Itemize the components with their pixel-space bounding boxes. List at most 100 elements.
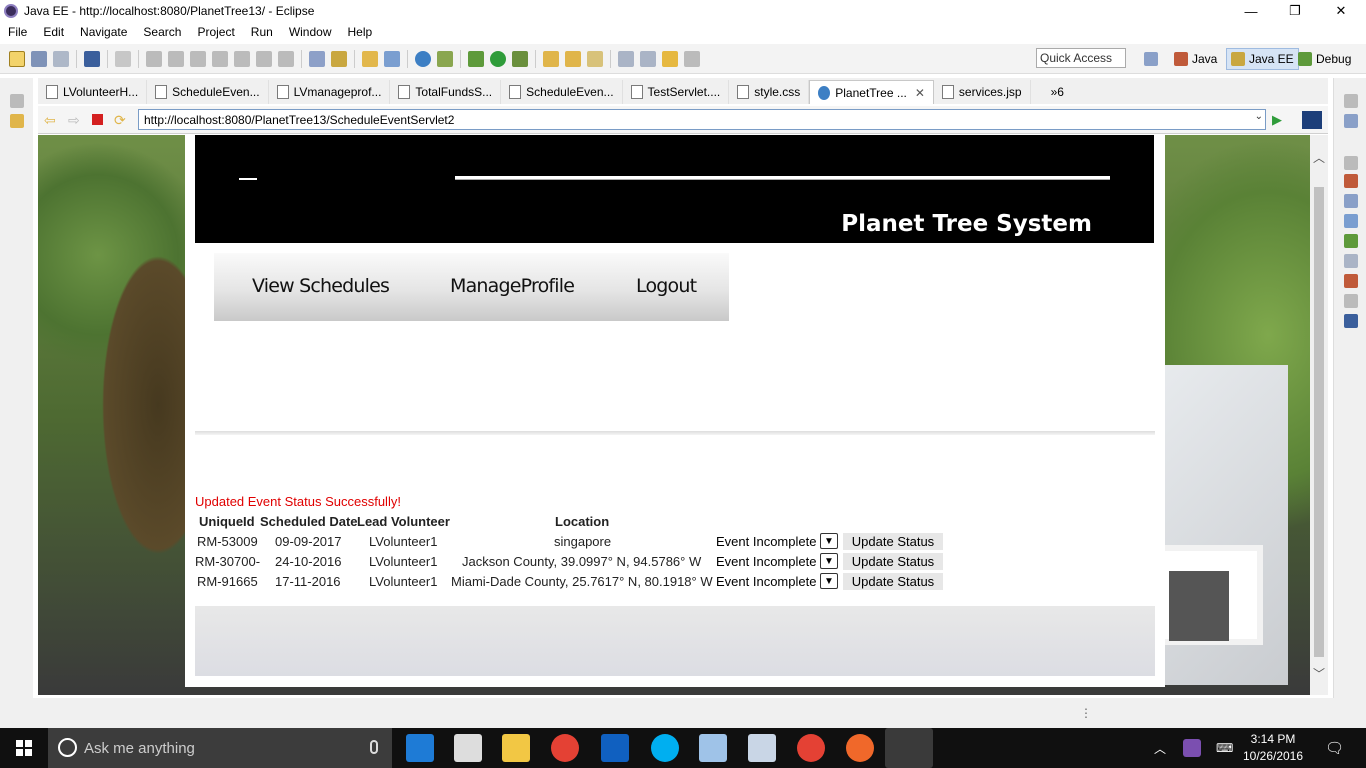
new-icon[interactable] [9, 50, 25, 67]
chevron-down-icon[interactable]: ▼ [820, 573, 838, 589]
scroll-down-icon[interactable]: ﹀ [1313, 665, 1325, 682]
forward-icon[interactable] [684, 50, 700, 67]
viewport-scrollbar[interactable]: ︿ ﹀ [1310, 135, 1328, 695]
drop-to-frame-icon[interactable] [278, 50, 294, 67]
skip-breakpoints-icon[interactable] [115, 50, 131, 67]
back-icon[interactable] [662, 50, 678, 67]
system-clock[interactable]: 3:14 PM 10/26/2016 [1238, 731, 1308, 765]
chrome-icon[interactable] [551, 734, 579, 762]
edge-icon[interactable] [406, 734, 434, 762]
status-select[interactable]: Event Incomplete [716, 574, 816, 589]
start-button[interactable] [0, 728, 48, 768]
tab-lvmanageprof[interactable]: LVmanageprof... [269, 80, 391, 104]
run-icon[interactable] [490, 50, 506, 67]
previous-annotation-icon[interactable] [640, 50, 656, 67]
close-tab-icon[interactable]: ✕ [915, 86, 925, 100]
new-server-icon[interactable] [362, 50, 378, 67]
chevron-down-icon[interactable]: ▼ [820, 553, 838, 569]
restore-button[interactable]: ❐ [1272, 0, 1318, 22]
nav-view-schedules[interactable]: View Schedules [252, 275, 390, 297]
console-view-icon[interactable] [1344, 294, 1358, 308]
menu-navigate[interactable]: Navigate [72, 25, 135, 39]
url-dropdown-icon[interactable]: ⌄ [1255, 111, 1263, 122]
forward-arrow-icon[interactable]: ⇨ [68, 112, 84, 128]
tab-testservlet[interactable]: TestServlet.... [623, 80, 730, 104]
debug-icon[interactable] [468, 50, 484, 67]
tab-services-jsp[interactable]: services.jsp [934, 80, 1031, 104]
minimize-button[interactable]: — [1228, 0, 1274, 22]
snippets-icon[interactable] [1344, 254, 1358, 268]
progress-icon[interactable] [1344, 314, 1358, 328]
project-explorer-icon[interactable] [10, 114, 24, 128]
save-all-icon[interactable] [53, 50, 69, 67]
close-window-button[interactable]: ✕ [1318, 0, 1364, 22]
store-icon[interactable] [454, 734, 482, 762]
perspective-java-ee[interactable]: Java EE [1226, 48, 1299, 70]
problems-icon[interactable] [1344, 274, 1358, 288]
update-status-button[interactable]: Update Status [843, 573, 943, 590]
cortana-search-input[interactable]: Ask me anything [48, 728, 392, 768]
open-external-browser-icon[interactable] [1302, 111, 1322, 129]
image-viewer-icon[interactable] [748, 734, 776, 762]
skype-icon[interactable] [651, 734, 679, 762]
step-into-icon[interactable] [212, 50, 228, 67]
resume-icon[interactable] [146, 50, 162, 67]
tab-scheduleevent-2[interactable]: ScheduleEven... [501, 80, 623, 104]
menu-run[interactable]: Run [243, 25, 281, 39]
status-select[interactable]: Event Incomplete [716, 534, 816, 549]
suspend-icon[interactable] [168, 50, 184, 67]
external-tools-icon[interactable] [512, 50, 528, 67]
chrome-icon[interactable] [797, 734, 825, 762]
keyboard-icon[interactable]: ⌨ [1216, 728, 1233, 768]
save-icon[interactable] [31, 50, 47, 67]
tab-style-css[interactable]: style.css [729, 80, 810, 104]
tab-lvolunteerh[interactable]: LVolunteerH... [38, 80, 148, 104]
go-icon[interactable]: ▶ [1272, 112, 1288, 128]
origin-icon[interactable] [846, 734, 874, 762]
nav-logout[interactable]: Logout [636, 275, 697, 297]
terminate-icon[interactable] [190, 50, 206, 67]
console-icon[interactable] [84, 50, 100, 67]
restore-view-icon[interactable] [1344, 94, 1358, 108]
defender-icon[interactable] [601, 734, 629, 762]
search-tool-icon[interactable] [587, 50, 603, 67]
open-perspective-button[interactable] [1140, 48, 1166, 70]
servers-icon[interactable] [1344, 214, 1358, 228]
eclipse-taskbar-icon[interactable] [885, 728, 933, 768]
open-task-icon[interactable] [309, 50, 325, 67]
restore-view-icon[interactable] [1344, 156, 1358, 170]
refresh-icon[interactable]: ⟳ [114, 112, 130, 128]
menu-edit[interactable]: Edit [35, 25, 72, 39]
step-return-icon[interactable] [256, 50, 272, 67]
deploy-icon[interactable] [437, 50, 453, 67]
perspective-java[interactable]: Java [1170, 48, 1221, 70]
tab-totalfunds[interactable]: TotalFundsS... [390, 80, 502, 104]
perspective-debug[interactable]: Debug [1294, 48, 1355, 70]
tab-scheduleevent-1[interactable]: ScheduleEven... [147, 80, 269, 104]
next-annotation-icon[interactable] [618, 50, 634, 67]
update-status-button[interactable]: Update Status [843, 533, 943, 550]
markers-icon[interactable] [1344, 174, 1358, 188]
tab-overflow-button[interactable]: »6 [1051, 80, 1064, 104]
nav-manage-profile[interactable]: ManageProfile [450, 275, 575, 297]
menu-window[interactable]: Window [281, 25, 340, 39]
scroll-up-icon[interactable]: ︿ [1313, 149, 1325, 166]
notifications-icon[interactable]: 🗨 [1325, 728, 1344, 768]
tray-app-icon[interactable] [1183, 739, 1201, 757]
tab-planettree[interactable]: PlanetTree ... ✕ [809, 80, 934, 104]
update-status-button[interactable]: Update Status [843, 553, 943, 570]
status-select[interactable]: Event Incomplete [716, 554, 816, 569]
open-folder-icon[interactable] [543, 50, 559, 67]
stop-icon[interactable] [92, 114, 103, 125]
menu-help[interactable]: Help [340, 25, 381, 39]
outline-icon[interactable] [1344, 114, 1358, 128]
show-hidden-icons-icon[interactable]: ︿ [1154, 728, 1166, 768]
open-project-icon[interactable] [565, 50, 581, 67]
chevron-down-icon[interactable]: ▼ [820, 533, 838, 549]
open-type-icon[interactable] [331, 50, 347, 67]
new-web-service-icon[interactable] [384, 50, 400, 67]
microphone-icon[interactable] [370, 740, 378, 754]
url-input[interactable]: http://localhost:8080/PlanetTree13/Sched… [138, 109, 1266, 130]
step-over-icon[interactable] [234, 50, 250, 67]
file-explorer-icon[interactable] [502, 734, 530, 762]
